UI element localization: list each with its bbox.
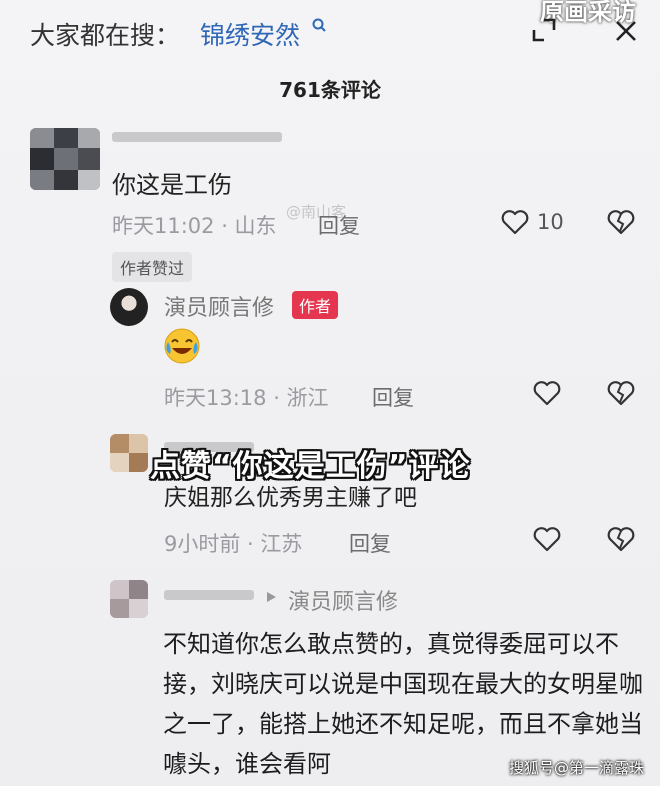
avatar[interactable] (110, 434, 148, 472)
author-avatar[interactable] (110, 288, 148, 326)
heart-icon[interactable] (532, 378, 562, 408)
search-prefix: 大家都在搜： (30, 21, 181, 50)
arrow-right-icon (267, 592, 276, 602)
avatar[interactable] (110, 580, 148, 618)
broken-heart-icon[interactable] (606, 378, 636, 408)
comment-time-location: 9小时前 · 江苏 (164, 532, 303, 556)
broken-heart-icon[interactable] (606, 207, 636, 237)
author-liked-badge: 作者赞过 (112, 252, 193, 282)
reply-button[interactable]: 回复 (349, 528, 391, 558)
comment-time-location: 昨天11:02 · 山东 (112, 214, 277, 238)
close-icon[interactable] (613, 18, 639, 44)
heart-icon[interactable] (532, 524, 562, 554)
comment-text: 你这是工伤 (112, 171, 232, 199)
reply-button[interactable]: 回复 (372, 382, 414, 412)
reply-button[interactable]: 回复 (318, 210, 360, 240)
top-bar: 大家都在搜： 锦绣安然 原画采访 (0, 0, 660, 64)
avatar[interactable] (30, 128, 100, 190)
expand-icon[interactable] (532, 18, 556, 42)
search-suggestion-link[interactable]: 锦绣安然 (200, 16, 300, 52)
comments-screen: 大家都在搜： 锦绣安然 原画采访 761条评论 你这是工伤 昨天11:02 · … (0, 0, 660, 786)
blurred-username[interactable] (112, 132, 282, 142)
author-badge: 作者 (292, 291, 339, 319)
video-caption-overlay: 点赞“你这是工伤”评论 (150, 449, 471, 484)
blurred-username[interactable] (164, 590, 254, 600)
source-watermark: 搜狐号@第一滴露珠 (508, 759, 644, 777)
heart-icon[interactable] (500, 207, 530, 237)
laugh-cry-emoji (164, 328, 200, 364)
like-count: 10 (537, 210, 564, 234)
reply-to-name[interactable]: 演员顾言修 (288, 584, 398, 616)
reply-author-name[interactable]: 演员顾言修 (164, 290, 274, 322)
search-icon[interactable] (311, 17, 327, 33)
comment-count-title: 761条评论 (279, 78, 381, 102)
broken-heart-icon[interactable] (606, 524, 636, 554)
reply-time-location: 昨天13:18 · 浙江 (164, 386, 329, 410)
